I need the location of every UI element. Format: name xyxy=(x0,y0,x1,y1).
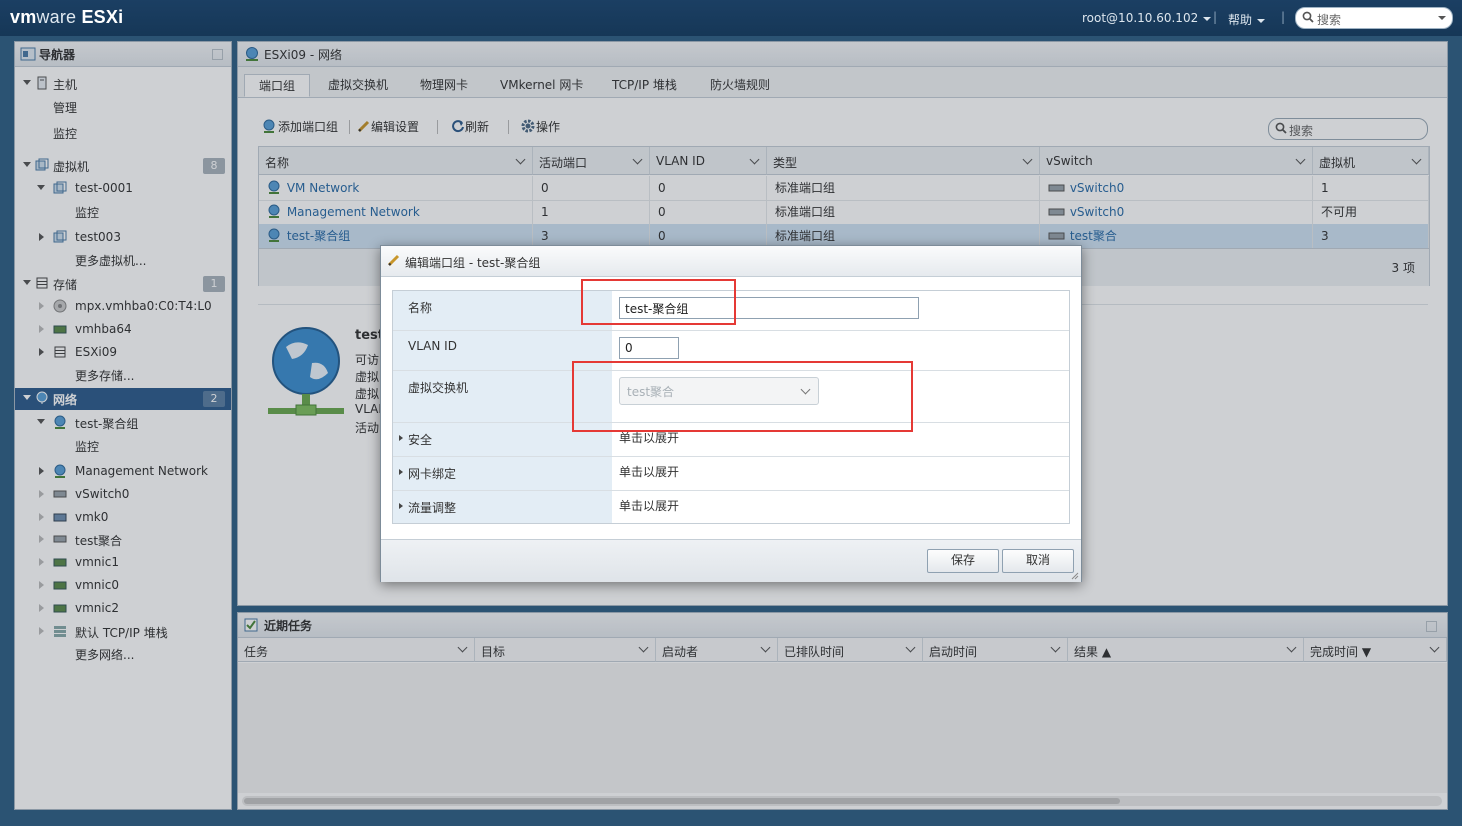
help-menu[interactable]: 帮助 xyxy=(1228,11,1266,28)
separator: | xyxy=(1213,10,1218,24)
vlan-id-input[interactable] xyxy=(619,337,679,359)
cancel-button[interactable]: 取消 xyxy=(1002,549,1074,573)
name-label: 名称 xyxy=(408,301,433,315)
traffic-shaping-label: 流量调整 xyxy=(408,501,457,515)
user-menu[interactable]: root@10.10.60.102 xyxy=(1082,11,1212,25)
global-search-input[interactable]: 搜索 xyxy=(1295,7,1453,29)
chevron-down-icon xyxy=(1438,16,1446,20)
form-row-traffic-shaping[interactable]: 流量调整 单击以展开 xyxy=(393,491,1069,523)
separator: | xyxy=(1281,10,1286,24)
highlight-box-name xyxy=(581,279,736,325)
chevron-right-icon[interactable] xyxy=(399,435,403,441)
pencil-icon xyxy=(387,254,400,267)
vswitch-label: 虚拟交换机 xyxy=(408,381,469,395)
dialog-header: 编辑端口组 - test-聚合组 xyxy=(381,246,1081,277)
chevron-down-icon xyxy=(1257,18,1266,23)
traffic-shaping-expand[interactable]: 单击以展开 xyxy=(619,497,679,514)
nic-teaming-label: 网卡绑定 xyxy=(408,467,457,481)
dialog-title: 编辑端口组 - test-聚合组 xyxy=(405,256,541,270)
resize-grip-icon[interactable] xyxy=(1071,572,1079,580)
nic-teaming-expand[interactable]: 单击以展开 xyxy=(619,463,679,480)
save-button[interactable]: 保存 xyxy=(927,549,999,573)
highlight-box-vswitch xyxy=(572,361,913,432)
vlan-label: VLAN ID xyxy=(408,339,457,353)
chevron-right-icon[interactable] xyxy=(399,469,403,475)
security-label: 安全 xyxy=(408,433,433,447)
dialog-footer: 保存 取消 xyxy=(381,539,1081,582)
top-bar: vmware ESXi root@10.10.60.102 | 帮助 | 搜索 xyxy=(0,0,1462,36)
chevron-right-icon[interactable] xyxy=(399,503,403,509)
chevron-down-icon xyxy=(1203,16,1212,21)
search-icon xyxy=(1302,11,1314,23)
vmware-logo: vmware ESXi xyxy=(10,7,124,27)
form-row-nic-teaming[interactable]: 网卡绑定 单击以展开 xyxy=(393,457,1069,491)
